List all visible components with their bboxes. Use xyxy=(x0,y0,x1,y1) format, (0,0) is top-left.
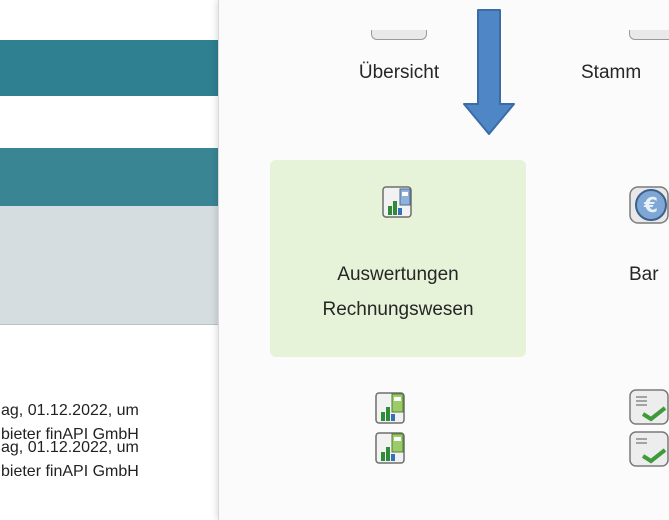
background-header-bar xyxy=(0,40,230,96)
tile-label-line1: Auswertungen xyxy=(337,264,459,285)
master-data-icon[interactable] xyxy=(629,30,669,40)
background-section-header xyxy=(0,148,230,206)
tile-uebersicht-label[interactable]: Übersicht xyxy=(329,58,469,88)
module-menu-popup: Übersicht Stamm Auswertungen Rechnungswe… xyxy=(218,0,669,520)
down-arrow-icon xyxy=(463,9,515,135)
report-chart-green-icon[interactable] xyxy=(373,390,409,426)
background-grey-panel xyxy=(0,206,230,324)
document-check-icon[interactable] xyxy=(629,388,669,428)
overview-icon[interactable] xyxy=(371,30,427,40)
document-check-icon[interactable] xyxy=(629,430,669,470)
background-input-row[interactable] xyxy=(0,96,230,148)
report-chart-icon xyxy=(382,186,412,218)
svg-text:€: € xyxy=(643,193,658,217)
background-message-list: ag, 01.12.2022, um bieter finAPI GmbH ag… xyxy=(0,325,230,520)
tile-label-line2: Rechnungswesen xyxy=(322,299,474,320)
background-top-area xyxy=(0,0,230,40)
tile-banking-label[interactable]: Bar xyxy=(629,260,669,290)
background-application: ag, 01.12.2022, um bieter finAPI GmbH ag… xyxy=(0,0,230,520)
message-line: ag, 01.12.2022, um xyxy=(1,402,139,419)
message-line: bieter finAPI GmbH xyxy=(1,463,139,476)
report-chart-green-icon[interactable] xyxy=(373,430,409,466)
euro-coin-icon[interactable]: € xyxy=(629,184,669,226)
message-line: ag, 01.12.2022, um xyxy=(1,439,139,456)
message-line: bieter finAPI GmbH xyxy=(1,426,139,439)
tile-auswertungen-rechnungswesen[interactable]: Auswertungen Rechnungswesen xyxy=(270,160,526,357)
tile-stamm-label[interactable]: Stamm xyxy=(581,58,669,88)
